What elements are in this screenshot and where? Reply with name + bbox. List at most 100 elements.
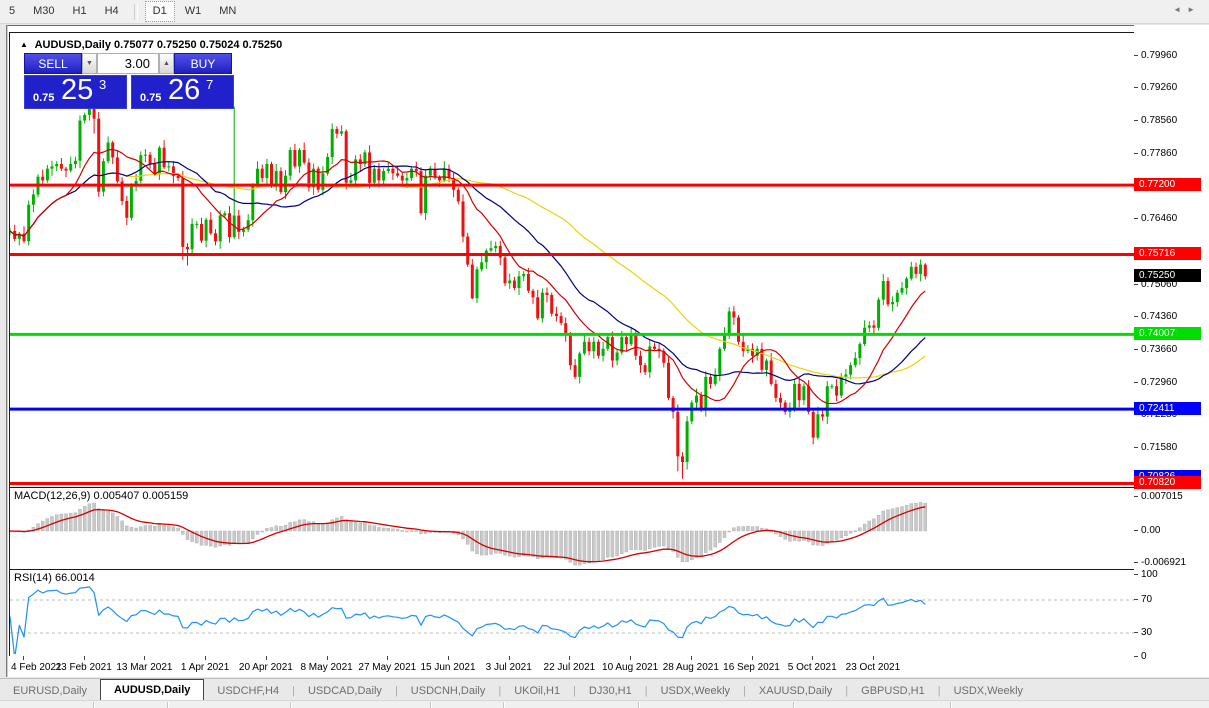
buy-price-display[interactable]: 0.75 26 7: [131, 74, 234, 109]
level-price-badge: 0.72411: [1134, 401, 1201, 415]
period-button-m30[interactable]: M30: [25, 1, 62, 22]
status-divider: [793, 702, 795, 708]
date-label: 13 Mar 2021: [116, 662, 173, 673]
date-label: 8 May 2021: [300, 662, 353, 673]
date-tick: [265, 656, 267, 660]
tab-scroll-arrows[interactable]: ◄►: [1173, 5, 1201, 14]
axis-tick: 0.78560: [1134, 115, 1209, 126]
axis-tick: -0.006921: [1134, 557, 1209, 568]
level-price-badge: 0.70820: [1134, 476, 1201, 489]
rsi-panel: RSI(14) 66.0014: [9, 569, 1137, 657]
date-tick: [690, 656, 692, 660]
axis-tick: 30: [1134, 627, 1209, 638]
chart-symbol-label: AUDUSD,Daily: [34, 39, 111, 51]
chart-tab-10[interactable]: USDX,Weekly: [941, 682, 1036, 701]
axis-tick: 0.74360: [1134, 311, 1209, 322]
axis-tick: 0.77860: [1134, 148, 1209, 159]
date-tick: [387, 656, 389, 660]
sell-price-pipette: 3: [99, 77, 107, 92]
period-button-w1[interactable]: W1: [177, 1, 210, 22]
buy-price-pipette: 7: [206, 77, 214, 92]
period-button-mn[interactable]: MN: [211, 1, 244, 22]
date-label: 23 Feb 2021: [55, 662, 112, 673]
status-divider: [430, 702, 432, 708]
chart-tab-2[interactable]: USDCHF,H4: [204, 682, 292, 701]
sell-button[interactable]: SELL: [24, 53, 82, 74]
axis-tick: 0.71580: [1134, 442, 1209, 453]
date-tick: [144, 656, 146, 660]
date-tick: [508, 656, 510, 660]
chart-tab-7[interactable]: USDX,Weekly: [648, 682, 743, 701]
period-button-h1[interactable]: H1: [65, 1, 95, 22]
chart-title: ▲ AUDUSD,Daily 0.75077 0.75250 0.75024 0…: [20, 39, 282, 51]
date-label: 16 Sep 2021: [723, 662, 780, 673]
period-button-d1[interactable]: D1: [144, 1, 175, 22]
level-price-badge: 0.74007: [1134, 326, 1201, 340]
date-label: 10 Aug 2021: [602, 662, 659, 673]
date-label: 20 Apr 2021: [238, 662, 293, 673]
date-label: 5 Oct 2021: [787, 662, 837, 673]
date-label: 23 Oct 2021: [845, 662, 901, 673]
period-button-h4[interactable]: H4: [97, 1, 127, 22]
buy-price-prefix: 0.75: [140, 92, 162, 104]
volume-decrease-button[interactable]: ▼: [82, 53, 97, 74]
axis-tick: 0.73660: [1134, 344, 1209, 355]
rsi-canvas[interactable]: [10, 570, 1134, 654]
axis-tick: 0.79960: [1134, 50, 1209, 61]
date-label: 3 Jul 2021: [485, 662, 532, 673]
date-tick: [326, 656, 328, 660]
date-tick: [83, 656, 85, 660]
date-tick: [569, 656, 571, 660]
axis-tick: 0.79260: [1134, 82, 1209, 93]
price-chart-panel: ▲ AUDUSD,Daily 0.75077 0.75250 0.75024 0…: [9, 32, 1137, 488]
axis-tick: 0.007015: [1134, 491, 1209, 502]
status-divider: [503, 702, 505, 708]
axis-tick: 0.00: [1134, 525, 1209, 536]
level-price-badge: 0.77200: [1134, 177, 1201, 191]
chart-tab-0[interactable]: EURUSD,Daily: [0, 682, 100, 701]
date-tick: [872, 656, 874, 660]
axis-tick: 0: [1134, 651, 1209, 662]
axis-tick: 0.72960: [1134, 377, 1209, 388]
collapse-triangle-icon[interactable]: ▲: [20, 40, 28, 49]
chart-window: ▲ AUDUSD,Daily 0.75077 0.75250 0.75024 0…: [6, 25, 1209, 677]
date-label: 28 Aug 2021: [662, 662, 719, 673]
volume-input[interactable]: [97, 53, 159, 74]
macd-panel: MACD(12,26,9) 0.005407 0.005159: [9, 487, 1137, 570]
status-divider: [638, 702, 640, 708]
one-click-trade-panel: SELL ▼ ▲ BUY 0.75 25 3 0.75 26 7: [24, 53, 236, 109]
volume-increase-button[interactable]: ▲: [159, 53, 174, 74]
date-tick: [630, 656, 632, 660]
chart-tab-1[interactable]: AUDUSD,Daily: [99, 679, 205, 701]
date-tick: [448, 656, 449, 660]
buy-price-big: 26: [168, 74, 201, 106]
sell-price-big: 25: [61, 74, 94, 106]
date-axis: 4 Feb 2021 23 Feb 2021 13 Mar 2021 1 Apr 20…: [9, 656, 1135, 677]
date-label: 4 Feb 2021: [11, 662, 62, 673]
status-divider: [167, 702, 169, 708]
chart-tab-9[interactable]: GBPUSD,H1: [848, 682, 938, 701]
status-bar: [0, 700, 1209, 708]
status-divider: [950, 702, 952, 708]
buy-button[interactable]: BUY: [174, 53, 232, 74]
tab-scroll-left-icon[interactable]: ◄: [1173, 5, 1187, 14]
chart-tab-5[interactable]: UKOil,H1: [501, 682, 573, 701]
date-tick: [23, 656, 24, 660]
macd-label: MACD(12,26,9) 0.005407 0.005159: [14, 490, 189, 502]
chart-tab-4[interactable]: USDCNH,Daily: [398, 682, 499, 701]
sell-price-prefix: 0.75: [33, 92, 55, 104]
rsi-label: RSI(14) 66.0014: [14, 572, 95, 584]
sell-price-display[interactable]: 0.75 25 3: [24, 74, 127, 109]
tab-scroll-right-icon[interactable]: ►: [1187, 5, 1201, 14]
chart-tab-8[interactable]: XAUUSD,Daily: [746, 682, 845, 701]
date-label: 27 May 2021: [358, 662, 417, 673]
chart-tab-bar: EURUSD,Daily AUDUSD,Daily USDCHF,H4 | USDCAD…: [0, 678, 1209, 701]
chart-tab-6[interactable]: DJ30,H1: [576, 682, 645, 701]
level-price-badge: 0.75716: [1134, 247, 1201, 260]
toolbar-separator: [133, 3, 138, 20]
price-axis-column: 0.799600.792600.785600.778600.771600.764…: [1134, 25, 1209, 676]
axis-tick: 70: [1134, 594, 1209, 605]
period-button-5[interactable]: 5: [1, 1, 23, 22]
date-label: 1 Apr 2021: [180, 662, 230, 673]
chart-tab-3[interactable]: USDCAD,Daily: [295, 682, 395, 701]
